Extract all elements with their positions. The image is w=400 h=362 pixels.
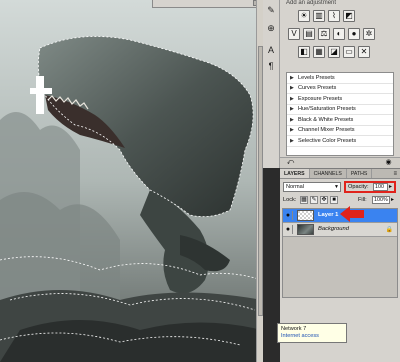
levels-icon[interactable]: ▥	[313, 10, 325, 22]
panel-tabs: LAYERS CHANNELS PATHS ≡	[280, 169, 400, 179]
opacity-input[interactable]: 100	[373, 183, 388, 191]
expand-triangle-icon: ▶	[290, 106, 294, 113]
dinosaur-image	[0, 0, 262, 362]
expand-triangle-icon: ▶	[290, 74, 294, 81]
preset-selective-color[interactable]: ▶ Selective Color Presets	[287, 136, 393, 147]
preset-black-white[interactable]: ▶ Black & White Presets	[287, 115, 393, 126]
preset-curves[interactable]: ▶ Curves Presets	[287, 84, 393, 94]
preset-label: Channel Mixer Presets	[298, 127, 355, 134]
expand-triangle-icon: ▶	[290, 137, 294, 144]
return-icon[interactable]: ⤺	[286, 159, 295, 167]
fill-label: Fill:	[358, 197, 367, 203]
threshold-icon[interactable]: ◪	[328, 46, 340, 58]
brightness-contrast-icon[interactable]: ☀	[298, 10, 310, 22]
lock-image-icon[interactable]: ✎	[310, 196, 318, 204]
preset-hue-saturation[interactable]: ▶ Hue/Saturation Presets	[287, 105, 393, 115]
red-arrow-icon	[340, 206, 364, 222]
lock-transparent-icon[interactable]: ▦	[300, 196, 308, 204]
fill-arrow-icon[interactable]: ▸	[391, 196, 394, 203]
clone-source-icon[interactable]: ⊕	[265, 22, 277, 34]
adjustments-header: Add an adjustment	[286, 0, 337, 6]
brush-preset-icon[interactable]: ✎	[265, 4, 277, 16]
document-canvas[interactable]	[0, 0, 262, 362]
adjustments-footer: ⤺ ◉	[280, 157, 400, 168]
layer-thumbnail	[297, 224, 314, 235]
character-icon[interactable]: A	[265, 44, 277, 56]
eye-preview-icon[interactable]: ◉	[384, 159, 393, 167]
preset-exposure[interactable]: ▶ Exposure Presets	[287, 94, 393, 105]
exposure-icon[interactable]: ◩	[343, 10, 355, 22]
tab-layers[interactable]: LAYERS	[280, 169, 310, 178]
opacity-highlight: Opacity: 100 ▸	[344, 181, 396, 193]
eye-icon[interactable]: ●	[284, 225, 293, 234]
expand-triangle-icon: ▶	[290, 116, 294, 123]
preset-label: Curves Presets	[298, 85, 337, 92]
color-balance-icon[interactable]: ⚖	[318, 28, 330, 40]
selective-color-icon[interactable]: ✕	[358, 46, 370, 58]
collapsed-panel-icons: ✎ ⊕ A ¶	[263, 0, 280, 168]
channel-mixer-icon[interactable]: ✲	[363, 28, 375, 40]
curves-icon[interactable]: ⌇	[328, 10, 340, 22]
eye-icon[interactable]: ●	[284, 211, 293, 220]
vibrance-icon[interactable]: V	[288, 28, 300, 40]
black-white-icon[interactable]: ◐	[333, 28, 345, 40]
lock-row: Lock: ▦ ✎ ✥ ■ Fill: 100% ▸	[283, 196, 397, 206]
preset-label: Hue/Saturation Presets	[298, 106, 356, 113]
expand-triangle-icon: ▶	[290, 127, 294, 134]
blend-mode-value: Normal	[286, 184, 305, 190]
adjustment-presets-list: ▶ Levels Presets ▶ Curves Presets ▶ Exposur…	[286, 72, 394, 156]
layer-row[interactable]: ● Background 🔒	[283, 223, 397, 237]
lock-position-icon[interactable]: ✥	[320, 196, 328, 204]
layer-thumbnail	[297, 210, 314, 221]
tab-channels[interactable]: CHANNELS	[310, 169, 347, 178]
opacity-label: Opacity:	[348, 184, 369, 190]
blend-mode-select[interactable]: Normal ▼	[283, 182, 341, 192]
photo-filter-icon[interactable]: ●	[348, 28, 360, 40]
paragraph-icon[interactable]: ¶	[265, 60, 277, 72]
posterize-icon[interactable]: ▦	[313, 46, 325, 58]
expand-triangle-icon: ▶	[290, 95, 294, 102]
preset-channel-mixer[interactable]: ▶ Channel Mixer Presets	[287, 126, 393, 136]
layer-name: Layer 1	[318, 212, 339, 218]
tab-paths[interactable]: PATHS	[347, 169, 373, 178]
lock-all-icon[interactable]: ■	[330, 196, 338, 204]
tooltip-title: Network 7	[281, 326, 307, 332]
adjustment-icons: ☀ ▥ ⌇ ◩ V ▤ ⚖ ◐ ● ✲ ◧ ▦ ◪ ▭ ✕	[284, 10, 396, 64]
chevron-down-icon: ▼	[334, 184, 339, 190]
expand-triangle-icon: ▶	[290, 85, 294, 92]
tooltip-status: Internet access	[281, 333, 319, 339]
gradient-map-icon[interactable]: ▭	[343, 46, 355, 58]
fill-input[interactable]: 100%	[372, 196, 390, 204]
preset-label: Levels Presets	[298, 74, 335, 81]
blend-row: Normal ▼ Opacity: 100 ▸	[283, 181, 397, 193]
right-panels: Add an adjustment ☀ ▥ ⌇ ◩ V ▤ ⚖ ◐ ● ✲ ◧ …	[280, 0, 400, 362]
lock-icon: 🔒	[385, 227, 393, 233]
opacity-arrow-icon[interactable]: ▸	[389, 183, 392, 190]
panel-menu-icon[interactable]: ≡	[393, 169, 400, 178]
preset-levels[interactable]: ▶ Levels Presets	[287, 73, 393, 84]
preset-label: Black & White Presets	[298, 116, 354, 123]
layer-name: Background	[318, 226, 349, 232]
preset-label: Exposure Presets	[298, 95, 343, 102]
invert-icon[interactable]: ◧	[298, 46, 310, 58]
preset-label: Selective Color Presets	[298, 137, 357, 144]
hue-saturation-icon[interactable]: ▤	[303, 28, 315, 40]
network-tooltip: Network 7 Internet access	[277, 323, 347, 343]
canvas-scrollbar[interactable]	[256, 0, 263, 362]
lock-label: Lock:	[283, 197, 297, 203]
